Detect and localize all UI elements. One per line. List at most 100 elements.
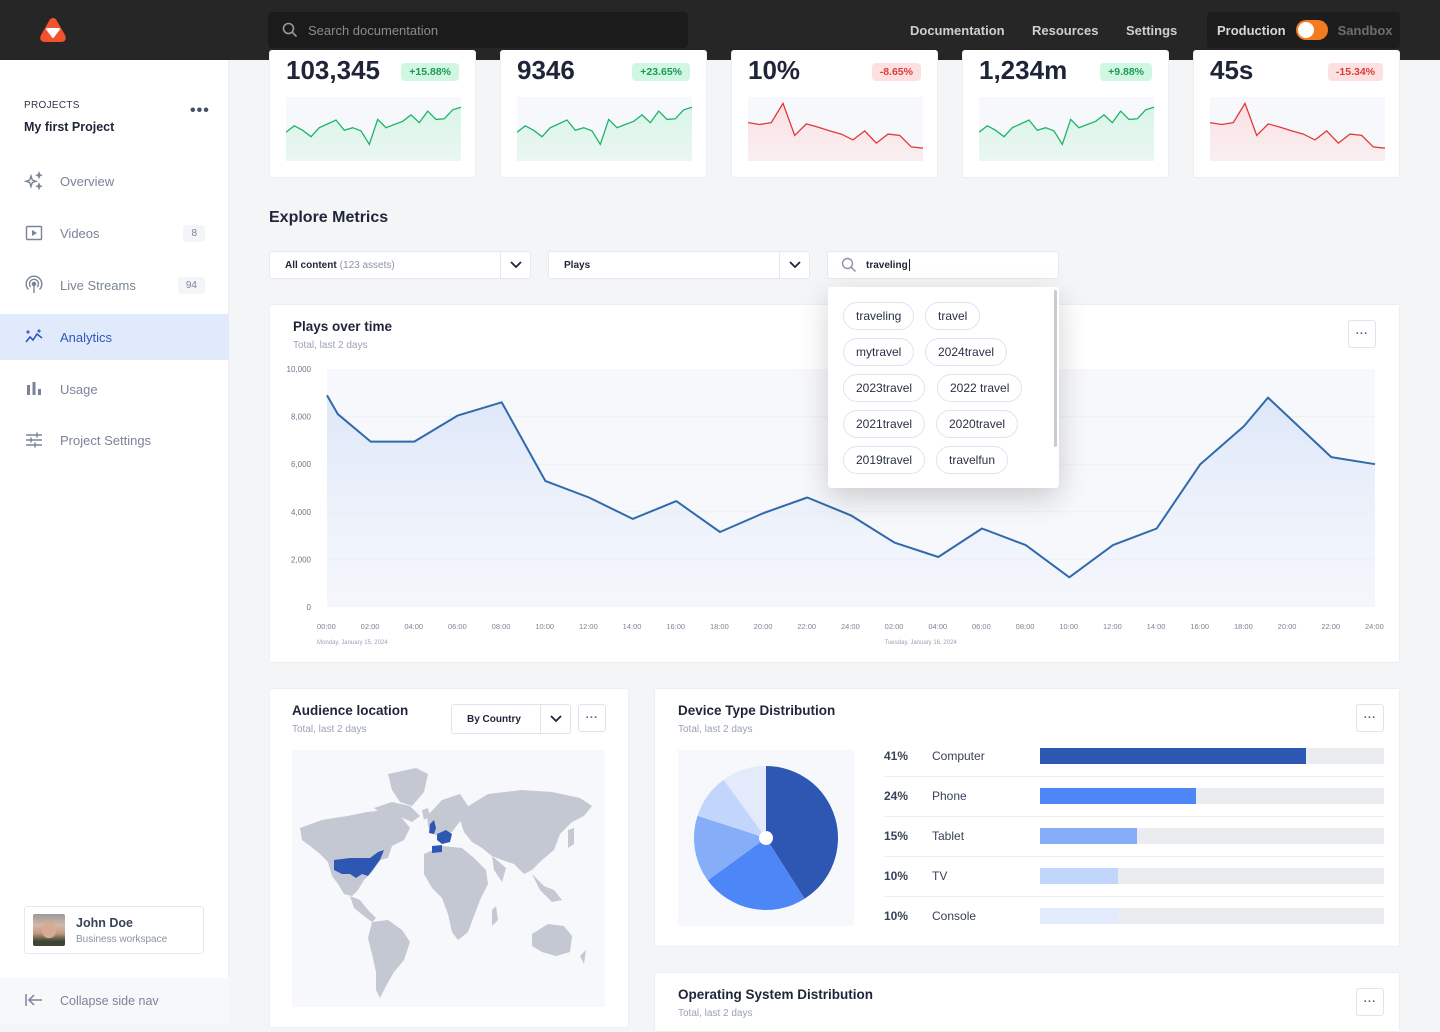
tag-suggestion-chip[interactable]: travelfun <box>936 446 1008 474</box>
sidebar: PROJECTS My first Project ••• Overview V… <box>0 60 229 1024</box>
x-tick-label: 10:00 <box>1059 622 1078 631</box>
y-tick-label: 2,000 <box>291 555 312 564</box>
tag-suggestion-chip[interactable]: 2024travel <box>925 338 1007 366</box>
device-percent: 24% <box>884 789 932 803</box>
avatar <box>33 914 65 946</box>
os-distribution-card <box>654 972 1400 1032</box>
sidebar-item-overview[interactable]: Overview <box>0 158 229 204</box>
stat-card[interactable]: 45s -15.34% <box>1193 50 1400 178</box>
stat-card[interactable]: 1,234m +9.88% <box>962 50 1169 178</box>
plays-card-subtitle: Total, last 2 days <box>293 340 367 351</box>
stat-card[interactable]: 103,345 +15.88% <box>269 50 476 178</box>
tag-search-input[interactable]: traveling <box>827 251 1059 279</box>
device-name: Phone <box>932 789 1040 803</box>
environment-switch[interactable]: Production Sandbox <box>1207 12 1400 48</box>
text-cursor <box>909 259 910 271</box>
metric-filter-select[interactable]: Plays <box>548 251 810 279</box>
broadcast-icon <box>24 275 44 295</box>
stat-value: 10% <box>748 55 800 86</box>
x-tick-label: 10:00 <box>535 622 554 631</box>
analytics-icon <box>24 327 44 347</box>
tag-suggestion-chip[interactable]: traveling <box>843 302 914 330</box>
y-tick-label: 0 <box>307 603 312 612</box>
search-input[interactable]: Search documentation <box>268 12 688 48</box>
sparkline-area <box>979 107 1154 161</box>
y-tick-label: 10,000 <box>287 365 312 374</box>
collapse-side-nav-button[interactable]: Collapse side nav <box>0 978 229 1024</box>
device-bar-track <box>1040 868 1384 884</box>
tag-suggestion-chip[interactable]: 2023travel <box>843 374 925 402</box>
x-tick-label: 06:00 <box>972 622 991 631</box>
sidebar-item-label: Live Streams <box>60 278 136 293</box>
sparkline-area <box>517 107 692 161</box>
x-tick-label: 16:00 <box>1190 622 1209 631</box>
plays-more-button[interactable]: ··· <box>1348 320 1376 348</box>
date-label: Monday, January 15, 2024 <box>317 640 388 646</box>
live-streams-count-badge: 94 <box>178 277 205 294</box>
sparkline <box>979 97 1154 161</box>
stat-card[interactable]: 9346 +23.65% <box>500 50 707 178</box>
device-bar-track <box>1040 908 1384 924</box>
x-tick-label: 00:00 <box>317 622 336 631</box>
device-bar-track <box>1040 828 1384 844</box>
device-name: Console <box>932 909 1040 923</box>
device-percent: 15% <box>884 829 932 843</box>
sidebar-item-label: Usage <box>60 382 98 397</box>
country-spain[interactable] <box>432 845 442 853</box>
project-more-icon[interactable]: ••• <box>190 102 210 120</box>
stat-value: 1,234m <box>979 55 1067 86</box>
chevron-down-icon[interactable] <box>540 705 570 733</box>
plays-card-title: Plays over time <box>293 319 392 334</box>
audience-card-subtitle: Total, last 2 days <box>292 724 366 735</box>
tag-suggestion-chip[interactable]: 2019travel <box>843 446 925 474</box>
x-tick-label: 18:00 <box>1234 622 1253 631</box>
x-tick-label: 22:00 <box>797 622 816 631</box>
env-sandbox-label: Sandbox <box>1338 23 1393 38</box>
stat-card[interactable]: 10% -8.65% <box>731 50 938 178</box>
search-placeholder: Search documentation <box>308 23 438 38</box>
tag-suggestion-chip[interactable]: 2020travel <box>936 410 1018 438</box>
os-more-button[interactable]: ··· <box>1356 988 1384 1016</box>
device-pie-container <box>678 750 854 926</box>
tag-suggestion-chip[interactable]: 2021travel <box>843 410 925 438</box>
x-tick-label: 08:00 <box>1016 622 1035 631</box>
pie-center <box>759 831 773 845</box>
content-filter-select[interactable]: All content (123 assets) <box>269 251 531 279</box>
y-tick-label: 8,000 <box>291 413 312 422</box>
x-tick-label: 08:00 <box>492 622 511 631</box>
audience-more-button[interactable]: ··· <box>578 704 606 732</box>
tag-suggestion-chip[interactable]: mytravel <box>843 338 914 366</box>
x-tick-label: 22:00 <box>1321 622 1340 631</box>
tag-search-value: traveling <box>866 260 908 271</box>
x-tick-label: 02:00 <box>885 622 904 631</box>
y-tick-label: 6,000 <box>291 460 312 469</box>
tag-suggestion-chip[interactable]: 2022 travel <box>937 374 1022 402</box>
x-tick-label: 04:00 <box>404 622 423 631</box>
brand-logo-icon[interactable] <box>38 16 68 44</box>
x-tick-label: 02:00 <box>361 622 380 631</box>
group-by-select[interactable]: By Country <box>451 704 571 734</box>
sidebar-item-live-streams[interactable]: Live Streams 94 <box>0 262 229 308</box>
x-tick-label: 20:00 <box>754 622 773 631</box>
search-icon <box>841 257 857 273</box>
dropdown-scrollbar[interactable] <box>1054 290 1057 447</box>
sparkline <box>1210 97 1385 161</box>
project-name[interactable]: My first Project <box>24 120 114 134</box>
projects-label: PROJECTS <box>24 100 80 111</box>
play-icon <box>24 223 44 243</box>
sidebar-item-videos[interactable]: Videos 8 <box>0 210 229 256</box>
stat-change-badge: +9.88% <box>1100 63 1152 81</box>
videos-count-badge: 8 <box>183 225 205 242</box>
sidebar-item-analytics[interactable]: Analytics <box>0 314 229 360</box>
sidebar-item-project-settings[interactable]: Project Settings <box>0 417 229 463</box>
chevron-down-icon[interactable] <box>500 252 530 278</box>
chevron-down-icon[interactable] <box>779 252 809 278</box>
user-name: John Doe <box>76 916 167 930</box>
device-name: Tablet <box>932 829 1040 843</box>
tag-suggestion-chip[interactable]: travel <box>925 302 980 330</box>
device-more-button[interactable]: ··· <box>1356 704 1384 732</box>
sidebar-item-usage[interactable]: Usage <box>0 366 229 412</box>
user-card[interactable]: John Doe Business workspace <box>24 906 204 954</box>
env-toggle[interactable] <box>1296 20 1328 40</box>
sidebar-item-label: Overview <box>60 174 114 189</box>
